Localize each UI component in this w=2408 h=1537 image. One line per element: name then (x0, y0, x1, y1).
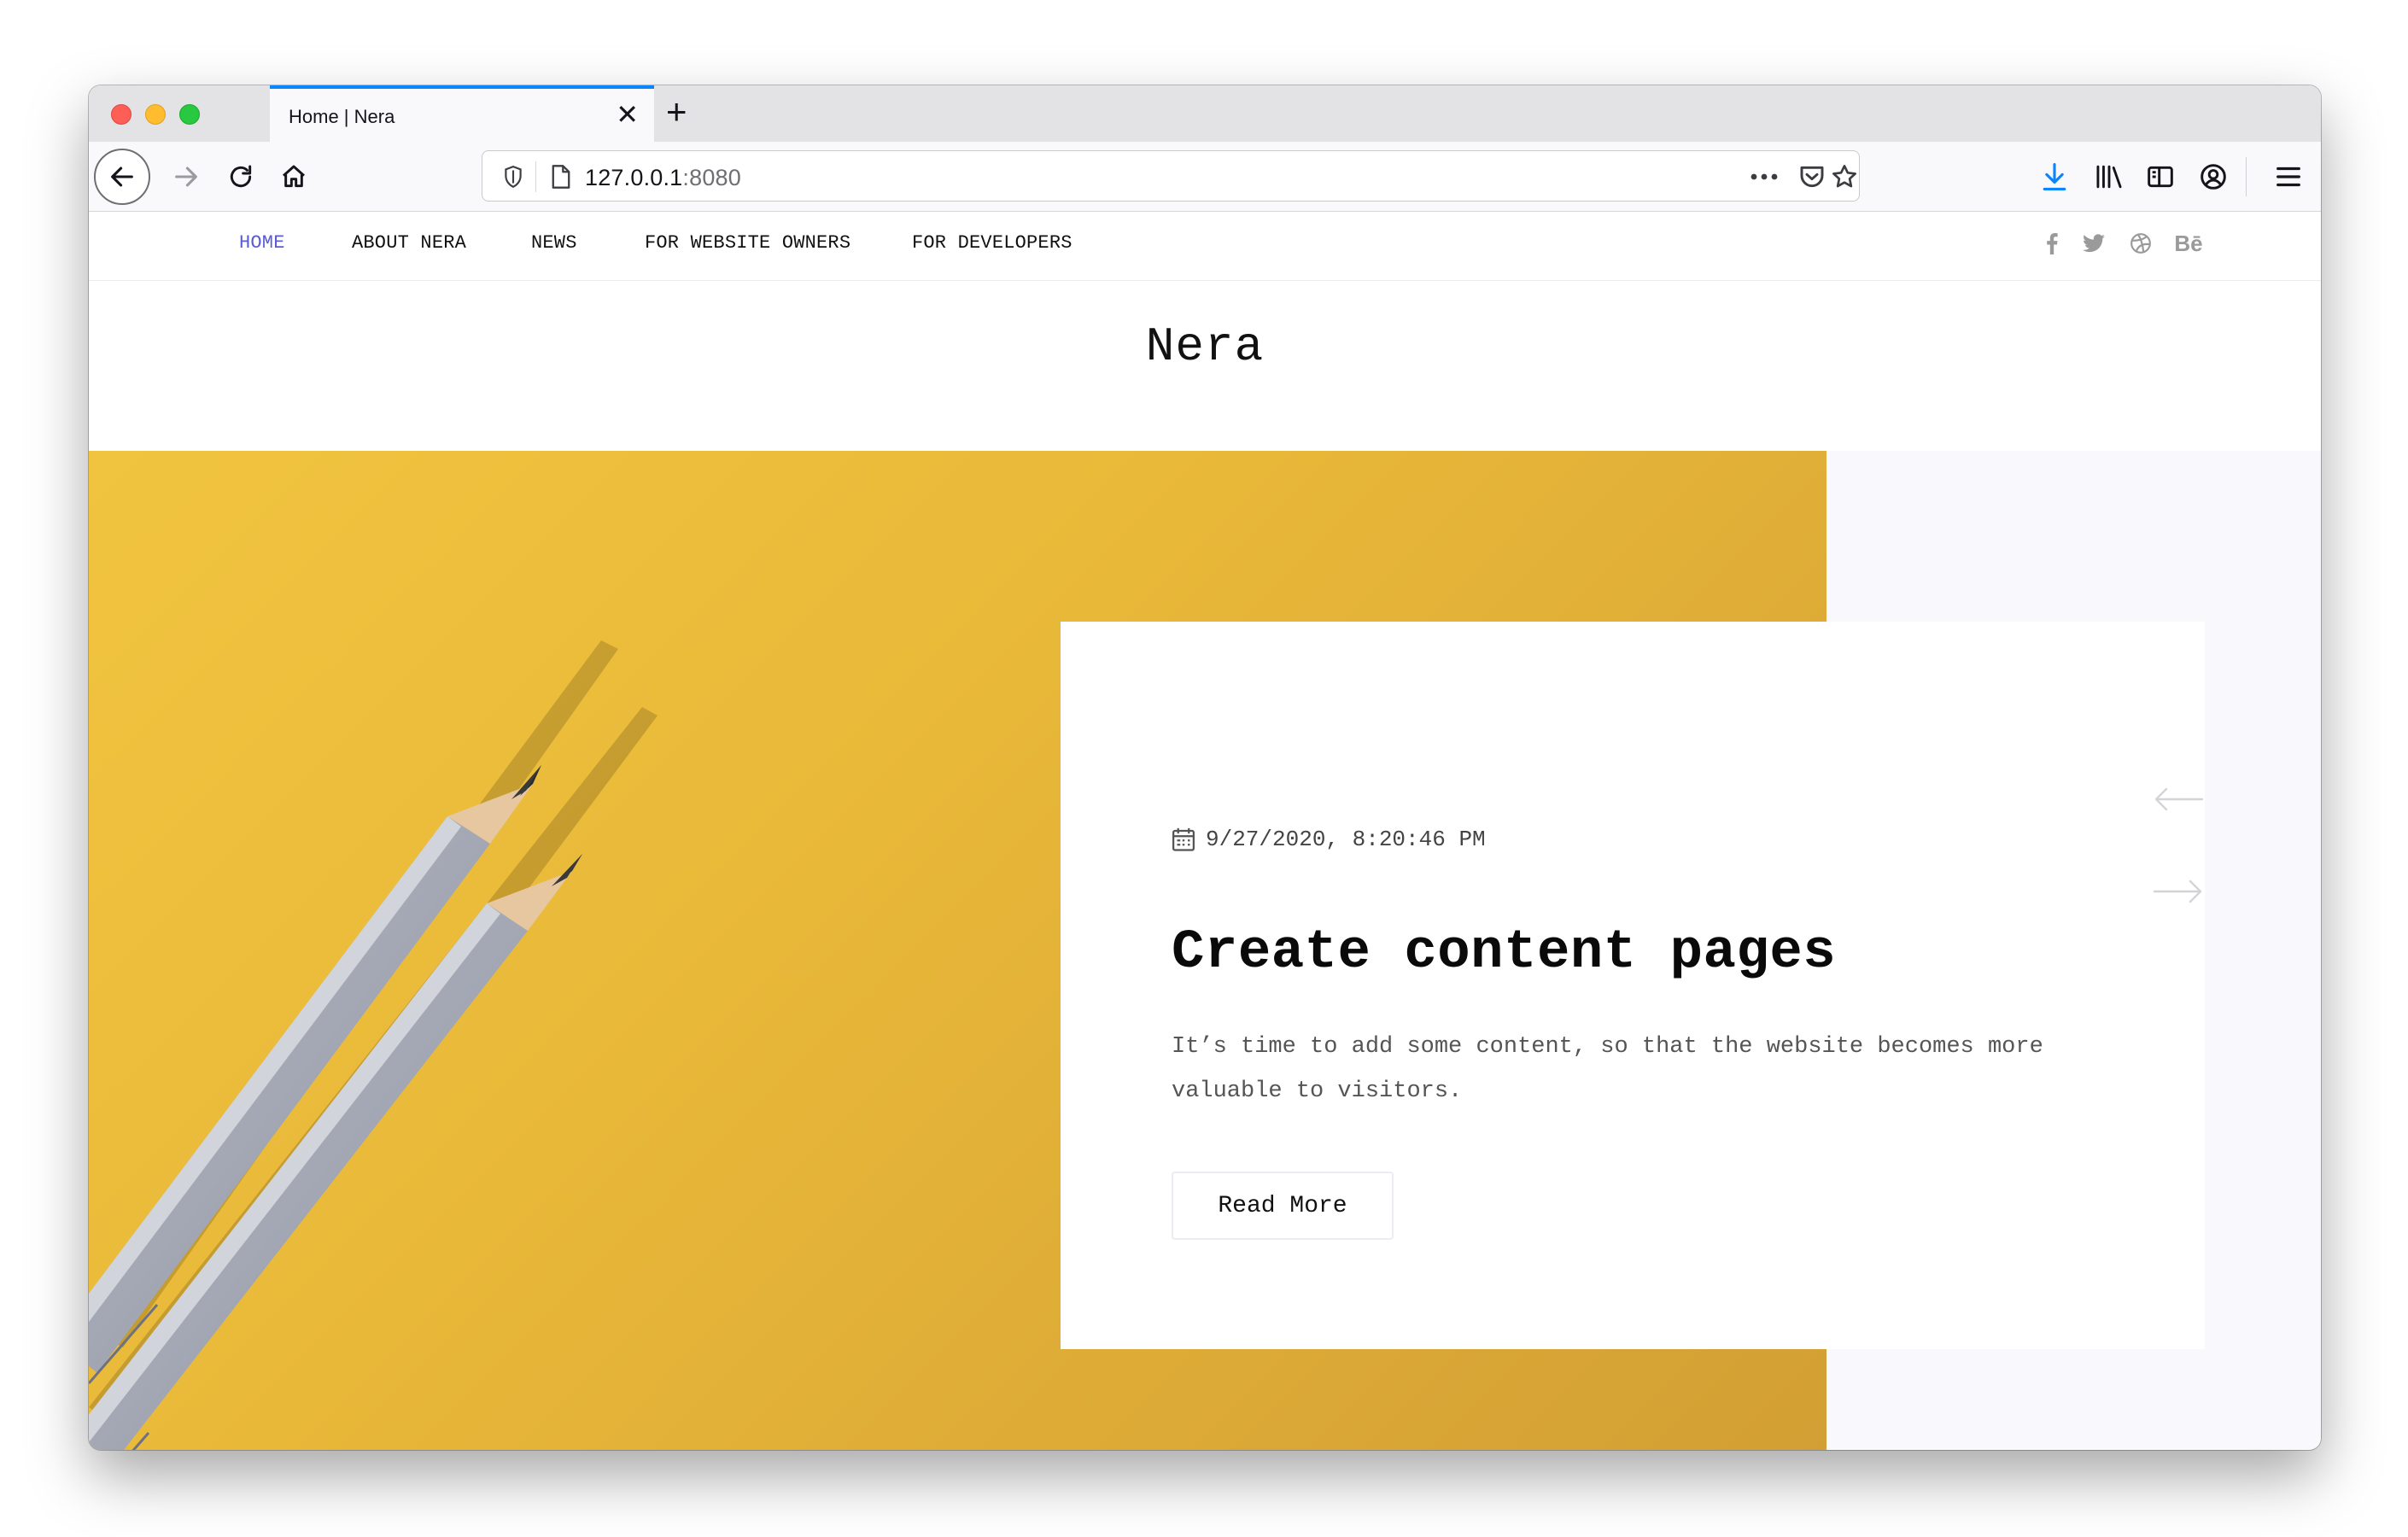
menu-icon[interactable] (2263, 142, 2314, 212)
account-icon[interactable] (2188, 142, 2239, 212)
nav-home[interactable]: HOME (239, 232, 285, 254)
library-icon[interactable] (2084, 142, 2135, 212)
facebook-icon[interactable] (2039, 226, 2065, 260)
site-title: Nera (1145, 319, 1265, 374)
minimize-window-button[interactable] (145, 104, 166, 125)
browser-window: Home | Nera ✕ + 127.0.0.1:8080 HOME ABOU… (89, 85, 2321, 1450)
zoom-window-button[interactable] (179, 104, 200, 125)
tab-title: Home | Nera (289, 106, 395, 127)
dribbble-icon[interactable] (2126, 226, 2155, 260)
site-nav: HOME ABOUT NERA NEWS FOR WEBSITE OWNERS … (89, 213, 2321, 281)
slider-prev-arrow-icon[interactable] (2152, 782, 2205, 816)
hero-card: 9/27/2020, 8:20:46 PM Create content pag… (1061, 622, 2205, 1349)
post-date-text: 9/27/2020, 8:20:46 PM (1206, 827, 1486, 852)
post-date: 9/27/2020, 8:20:46 PM (1172, 827, 1486, 852)
urlbar-divider (535, 161, 536, 192)
twitter-icon[interactable] (2078, 226, 2109, 260)
url-port: :8080 (682, 165, 741, 190)
post-excerpt: It’s time to add some content, so that t… (1172, 1034, 2043, 1104)
url-host: 127.0.0.1 (585, 165, 683, 190)
home-icon (283, 165, 305, 188)
url-text: 127.0.0.1:8080 (585, 165, 741, 191)
nav-website-owners[interactable]: FOR WEBSITE OWNERS (645, 232, 850, 254)
close-window-button[interactable] (111, 104, 132, 125)
back-button[interactable] (94, 149, 150, 205)
page-icon (544, 151, 578, 202)
forward-arrow-icon (175, 167, 197, 187)
address-bar[interactable]: 127.0.0.1:8080 (482, 150, 1860, 202)
nav-developers[interactable]: FOR DEVELOPERS (912, 232, 1072, 254)
forward-button[interactable] (159, 142, 213, 212)
nav-about[interactable]: ABOUT NERA (352, 232, 466, 254)
home-button[interactable] (266, 142, 321, 212)
tab-close-icon[interactable]: ✕ (616, 101, 639, 128)
browser-toolbar: 127.0.0.1:8080 (89, 142, 2321, 212)
slider-next-arrow-icon[interactable] (2152, 874, 2205, 909)
reload-button[interactable] (213, 142, 268, 212)
downloads-icon[interactable] (2029, 142, 2080, 212)
new-tab-icon[interactable]: + (666, 94, 687, 130)
more-actions-icon[interactable] (1743, 151, 1786, 202)
back-arrow-icon (111, 167, 133, 187)
nav-news[interactable]: NEWS (531, 232, 577, 254)
reload-icon (230, 165, 252, 188)
tab-strip: Home | Nera ✕ + (89, 85, 2321, 142)
bookmark-star-icon[interactable] (1823, 151, 1866, 202)
post-title[interactable]: Create content pages (1172, 922, 1836, 984)
read-more-button[interactable]: Read More (1172, 1172, 1394, 1240)
toolbar-divider (2246, 157, 2247, 196)
calendar-icon (1172, 827, 1195, 851)
behance-icon[interactable]: Bē (2169, 226, 2208, 260)
browser-tab[interactable]: Home | Nera ✕ (270, 85, 654, 142)
shield-icon[interactable] (494, 151, 532, 202)
sidebar-icon[interactable] (2135, 142, 2186, 212)
